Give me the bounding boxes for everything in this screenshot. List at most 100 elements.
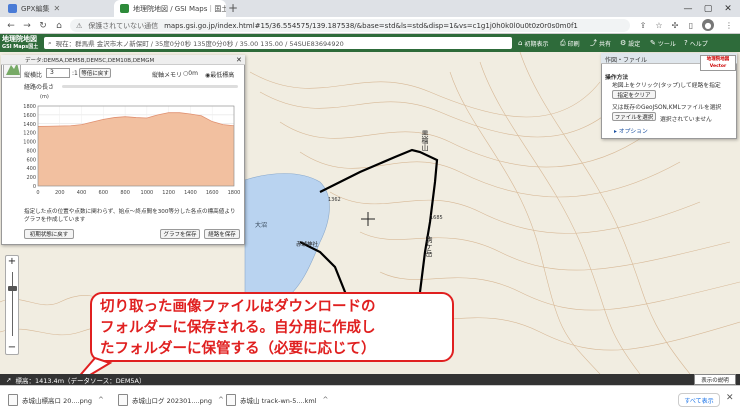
settings-button[interactable]: ⚙ 設定	[620, 36, 640, 50]
x-tick-label: 800	[120, 190, 130, 196]
tab-label: GPX編集	[21, 4, 50, 13]
x-tick-label: 400	[77, 190, 87, 196]
download-filename: 赤城山 track-wn-5....kml	[240, 397, 317, 405]
equal-ratio-button[interactable]: 等倍に戻す	[79, 68, 111, 78]
tab-label: 地理院地図 / GSI Maps｜国土地	[133, 4, 226, 13]
options-toggle[interactable]: ▸ オプション	[614, 126, 648, 135]
chart-note: 指定した点の位置や点数に関わらず、始点〜終点間を300等分した各点の標高値よりグ…	[24, 209, 236, 223]
button-label: 初期表示	[524, 40, 549, 48]
save-path-button[interactable]: 経路を保存	[204, 229, 240, 239]
elevation-panel-title: データ:DEM5A,DEM5B,DEM5C,DEM10B,DEMGM	[1, 55, 245, 65]
path-length-slider[interactable]	[62, 85, 238, 88]
share-icon: ⤴	[590, 39, 597, 47]
address-bar[interactable]: ⚠ 保護されていない通信 maps.gsi.go.jp/index.html#1…	[70, 19, 630, 32]
chevron-up-icon[interactable]: ^	[98, 396, 104, 404]
download-filename: 赤城山標高ロ 20....png	[22, 397, 92, 405]
maximize-icon[interactable]: ▢	[698, 0, 718, 17]
bookmark-star-icon[interactable]: ☆	[652, 18, 666, 32]
tab-strip	[0, 0, 740, 17]
download-item[interactable]: 赤城山標高ロ 20....png ^	[8, 390, 104, 410]
help-button[interactable]: ? ヘルプ	[684, 36, 708, 50]
chevron-up-icon[interactable]: ^	[323, 396, 329, 404]
legend-button[interactable]: 表示の説明	[694, 374, 736, 385]
share-button[interactable]: ⤴ 共有	[590, 36, 611, 50]
elevation-arrow-icon: ➚	[6, 375, 12, 384]
radio-label: 0m	[188, 70, 198, 77]
radio-zero[interactable]: ○0m	[183, 70, 198, 77]
y-tick-label: 1600	[23, 113, 36, 119]
clear-selection-button[interactable]: 指定をクリア	[612, 90, 656, 99]
elevation-label: 1362	[328, 197, 341, 203]
file-icon	[118, 394, 128, 406]
search-text: 現在：群馬県 金沢市木ノ新保町 / 35度0分0秒 135度0分0秒 / 35.…	[55, 40, 344, 48]
x-tick-label: 1000	[141, 190, 154, 196]
new-tab-button[interactable]: +	[228, 1, 238, 15]
y-tick-label: 800	[26, 148, 36, 154]
shrine-label: 赤城神社	[296, 242, 319, 248]
elevation-label: 1685	[430, 215, 443, 221]
show-all-downloads-button[interactable]: すべて表示	[678, 393, 720, 407]
reload-icon[interactable]: ↻	[36, 17, 50, 34]
download-item[interactable]: 赤城山 track-wn-5....kml ^	[226, 390, 328, 410]
chevron-up-icon[interactable]: ^	[218, 396, 224, 404]
logo-title: 地理院地図	[2, 35, 37, 43]
annotation-callout: 切り取った画像ファイルはダウンロードの フォルダーに保存される。自分用に作成し …	[90, 292, 454, 362]
y-tick-label: 600	[26, 157, 36, 163]
close-tab-icon[interactable]: ✕	[49, 4, 60, 13]
search-icon: ⌕	[48, 38, 52, 47]
share-page-icon[interactable]: ⇪	[636, 18, 650, 32]
peak-label-kurobi: 黒檜山	[421, 130, 429, 151]
elevation-chart: 1800160014001200100080060040020000 200 400…	[23, 104, 241, 196]
file-icon	[8, 394, 18, 406]
peak-label-komagatake: 駒ケ岳	[425, 236, 433, 257]
tools-button[interactable]: ✎ ツール	[650, 36, 676, 50]
menu-kebab-icon[interactable]: ⋮	[722, 18, 736, 32]
sidepanel-icon[interactable]: ▯	[684, 18, 698, 32]
y-tick-label: 400	[26, 166, 36, 172]
x-tick-label: 1400	[184, 190, 197, 196]
help-icon: ?	[684, 39, 688, 47]
instruction-click: 地図上をクリック(タップ)して経路を指定	[612, 83, 721, 89]
scale-separator: :1	[72, 70, 78, 77]
button-label: 印刷	[567, 40, 580, 48]
gsi-logo[interactable]: 地理院地図 GSI Maps国土Web	[2, 35, 42, 58]
extensions-icon[interactable]: ✣	[668, 18, 682, 32]
save-graph-button[interactable]: グラフを保存	[160, 229, 200, 239]
profile-avatar[interactable]: ●	[702, 19, 714, 31]
vector-badge[interactable]: 地理院地図 Vector	[700, 55, 736, 71]
axis-memory-label: 縦軸メモリ	[152, 72, 183, 79]
y-tick-label: 1200	[23, 131, 36, 137]
home-browser-icon[interactable]: ⌂	[52, 17, 66, 34]
y-tick-label: 1000	[23, 140, 36, 146]
tab-gpx[interactable]: GPX編集 ✕	[2, 0, 64, 17]
download-item[interactable]: 赤城山ログ 202301....png ^	[118, 390, 224, 410]
close-window-icon[interactable]: ✕	[718, 0, 738, 17]
download-bar	[0, 385, 740, 415]
zoom-control[interactable]: + −	[5, 255, 19, 355]
radio-lowest[interactable]: ◉最低標高	[205, 70, 234, 79]
home-icon: ⌂	[518, 39, 523, 47]
tab-gsi-maps[interactable]: 地理院地図 / GSI Maps｜国土地 ✕	[114, 0, 226, 17]
reset-state-button[interactable]: 初期状態に戻す	[24, 229, 74, 239]
forward-icon[interactable]: →	[20, 17, 34, 34]
callout-line-2: フォルダーに保存される。自分用に作成し	[100, 320, 376, 336]
zoom-out-icon[interactable]: −	[6, 342, 18, 354]
back-icon[interactable]: ←	[4, 17, 18, 34]
close-download-bar-icon[interactable]: ✕	[726, 393, 734, 403]
vertical-scale-input[interactable]: 3	[46, 68, 70, 78]
zoom-slider-track[interactable]	[12, 272, 13, 336]
initial-view-button[interactable]: ⌂ 初期表示	[518, 36, 548, 50]
callout-line-3: たフォルダーに保管する（必要に応じて）	[100, 341, 376, 357]
zoom-slider-handle[interactable]	[8, 286, 17, 291]
x-tick-label: 0	[36, 190, 39, 196]
choose-file-button[interactable]: ファイルを選択	[612, 112, 656, 121]
button-label: ツール	[657, 40, 676, 48]
zoom-in-icon[interactable]: +	[6, 256, 18, 268]
close-panel-icon[interactable]: ✕	[236, 56, 242, 64]
instruction-file: 又は既存のGeoJSON,KMLファイルを選択	[612, 105, 722, 111]
x-tick-label: 1800	[228, 190, 241, 196]
options-label: オプション	[618, 129, 648, 135]
map-search-input[interactable]: ⌕ 現在：群馬県 金沢市木ノ新保町 / 35度0分0秒 135度0分0秒 / 3…	[44, 37, 512, 49]
minimize-icon[interactable]: —	[678, 0, 698, 17]
print-button[interactable]: ⎙ 印刷	[560, 36, 580, 50]
